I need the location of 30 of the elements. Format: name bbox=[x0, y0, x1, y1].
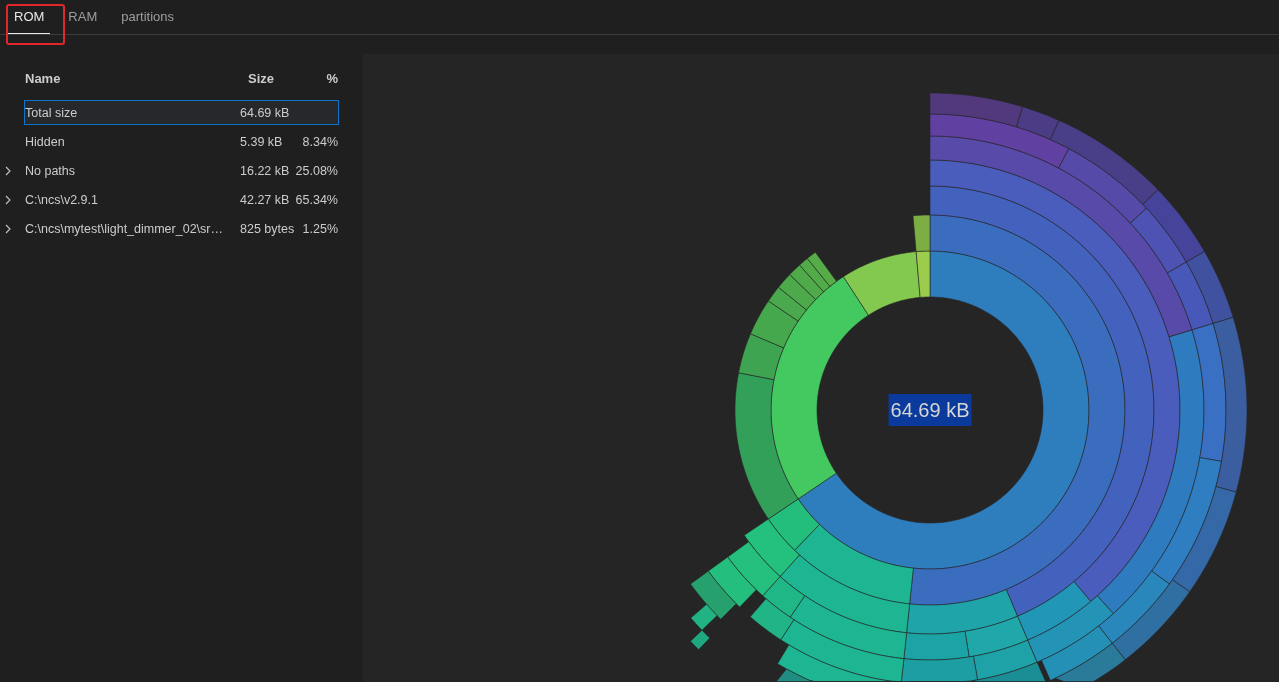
table-row[interactable]: Hidden 5.39 kB 8.34% bbox=[24, 129, 339, 154]
percent-cell: 8.34% bbox=[302, 134, 338, 149]
percent-cell: 1.25% bbox=[302, 221, 338, 236]
name-cell: C:\ncs\mytest\light_dimmer_02\sr… bbox=[25, 221, 223, 236]
chevron-icon[interactable] bbox=[5, 194, 11, 205]
name-cell: Total size bbox=[25, 105, 78, 120]
column-header: Size bbox=[248, 70, 274, 86]
tab[interactable]: RAM bbox=[62, 0, 104, 34]
percent-cell: 25.08% bbox=[295, 163, 338, 178]
table-row[interactable]: C:\ncs\mytest\light_dimmer_02\sr… 825 bytes 1.25% bbox=[24, 216, 339, 241]
chevron-icon[interactable] bbox=[5, 165, 11, 176]
table-row[interactable]: No paths 16.22 kB 25.08% bbox=[24, 158, 339, 183]
size-cell: 5.39 kB bbox=[240, 134, 283, 149]
size-cell: 64.69 kB bbox=[240, 105, 290, 120]
sunburst-segment bbox=[690, 629, 711, 650]
size-cell: 16.22 kB bbox=[240, 163, 290, 178]
percent-cell: 65.34% bbox=[295, 192, 338, 207]
tab[interactable]: partitions bbox=[115, 0, 180, 34]
name-cell: No paths bbox=[25, 163, 76, 178]
column-header: Name bbox=[25, 70, 61, 86]
size-cell: 42.27 kB bbox=[240, 192, 290, 207]
column-header: % bbox=[326, 70, 338, 86]
table-row[interactable]: Total size 64.69 kB bbox=[24, 100, 339, 125]
center-label: 64.69 kB bbox=[888, 394, 972, 426]
name-cell: C:\ncs\v2.9.1 bbox=[25, 192, 98, 207]
tab[interactable]: ROM bbox=[8, 0, 51, 34]
name-cell: Hidden bbox=[25, 134, 65, 149]
table-row[interactable]: C:\ncs\v2.9.1 42.27 kB 65.34% bbox=[24, 187, 339, 212]
size-cell: 825 bytes bbox=[240, 221, 295, 236]
chevron-icon[interactable] bbox=[5, 223, 11, 234]
